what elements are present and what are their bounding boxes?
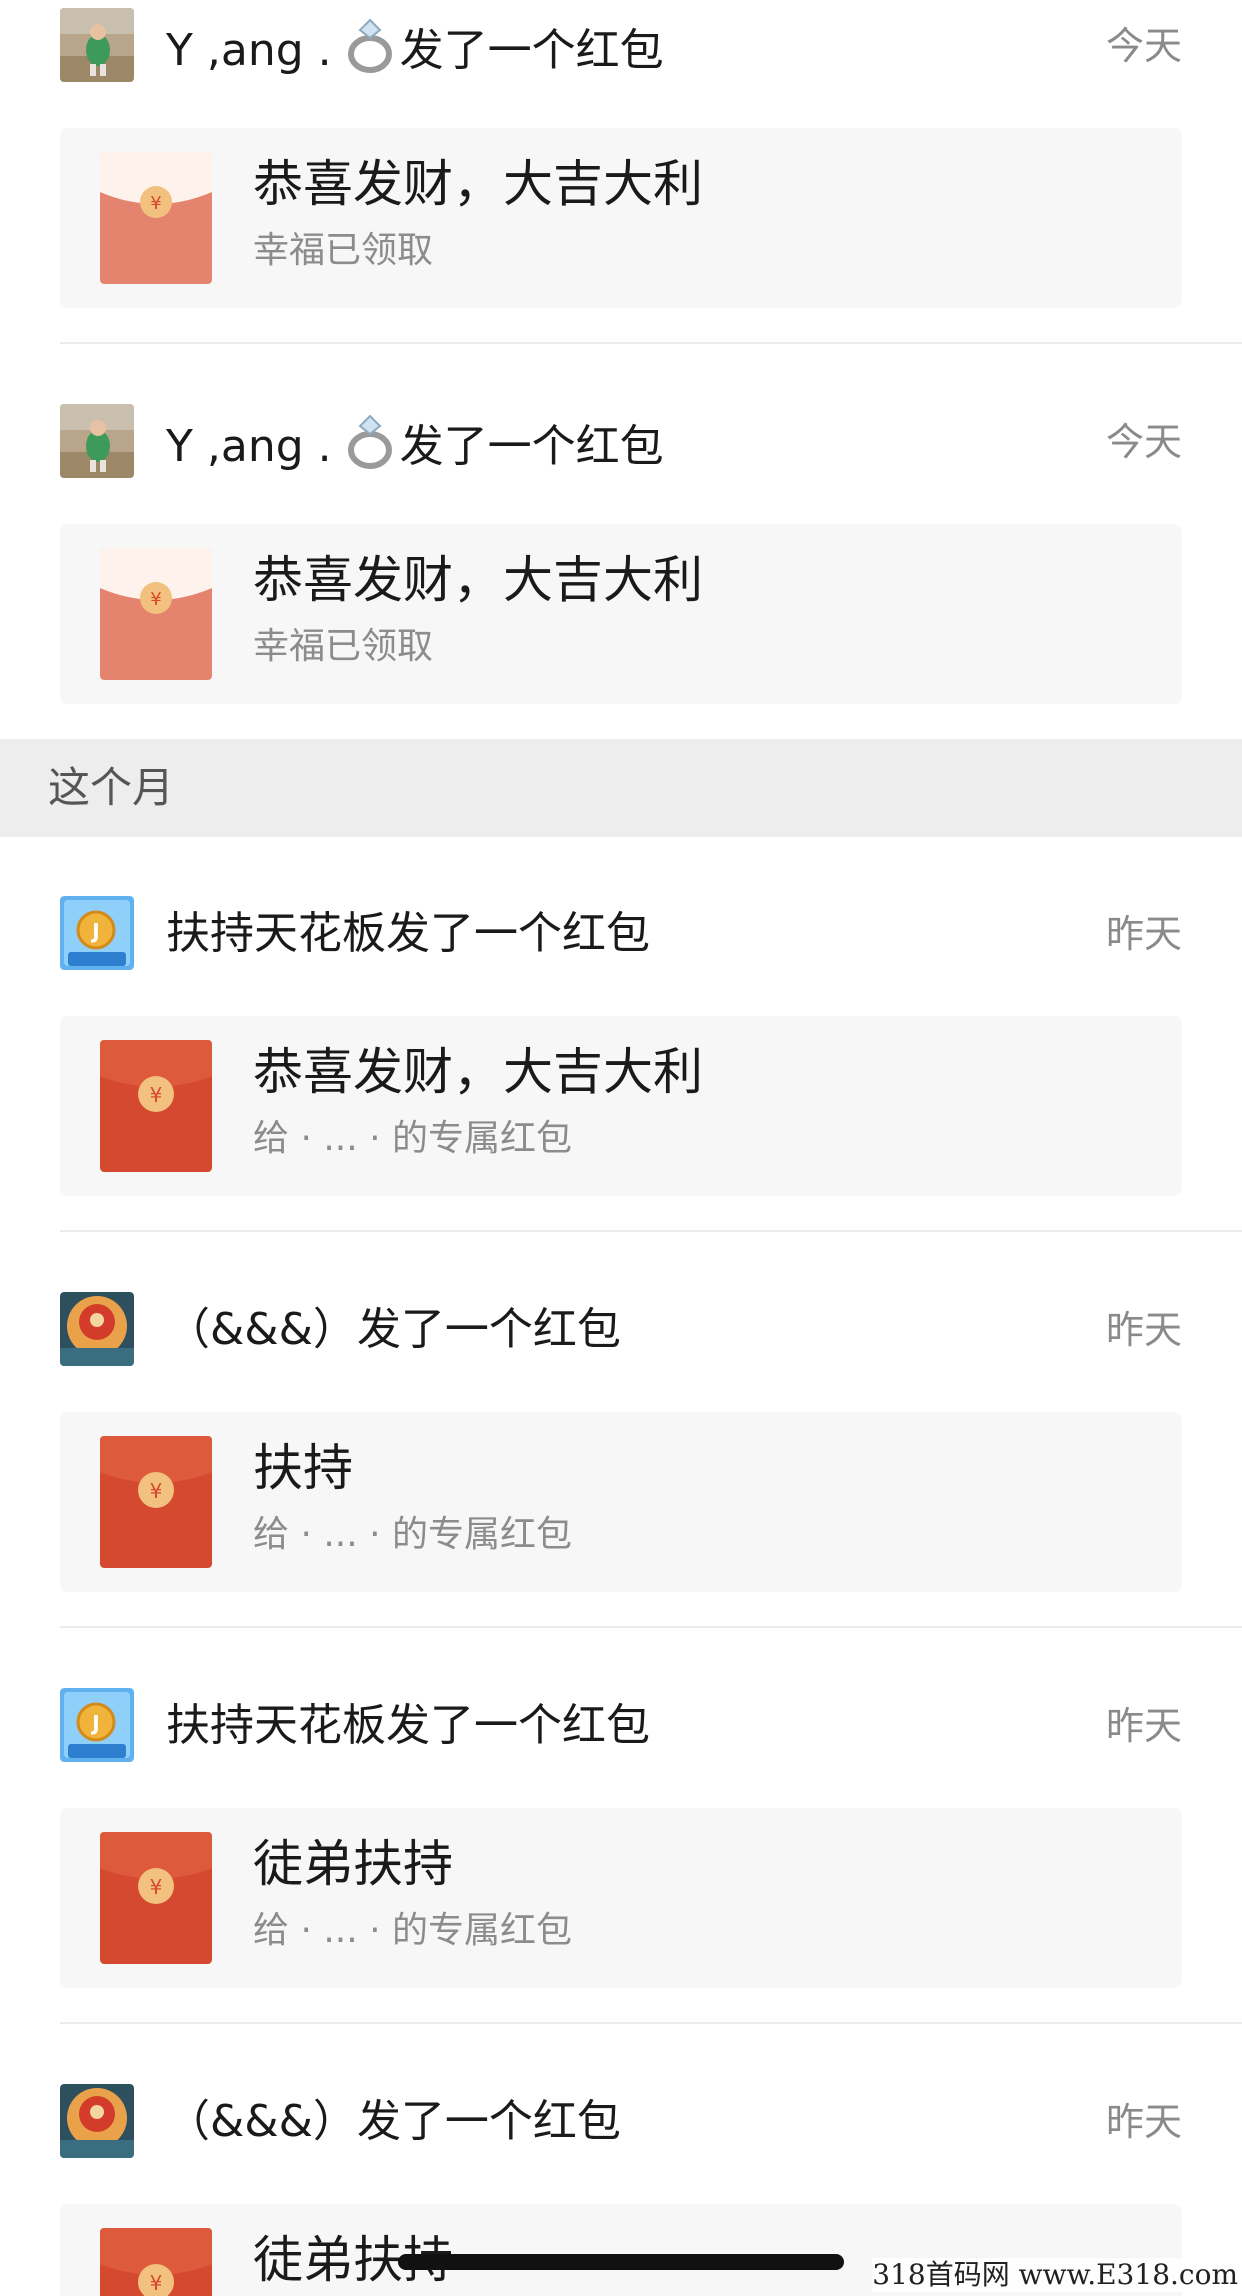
action-text: 发了一个红包 (356, 2096, 621, 2147)
red-packet-title: 恭喜发财，大吉大利 (253, 551, 703, 609)
action-text: 发了一个红包 (399, 421, 664, 472)
sender-line: （&&&）发了一个红包 (166, 2092, 621, 2152)
sender-line: （&&&）发了一个红包 (166, 1300, 621, 1360)
svg-text:J: J (90, 919, 99, 943)
red-packet-status: 幸福已领取 (253, 230, 434, 271)
red-packet-title: 扶持 (253, 1439, 353, 1497)
svg-text:¥: ¥ (150, 193, 161, 214)
timestamp: 今天 (1105, 420, 1182, 464)
red-packet-recipient: 给 · ... · 的专属红包 (253, 1910, 572, 1951)
red-packet-title: 恭喜发财，大吉大利 (253, 1043, 703, 1101)
avatar[interactable]: J (60, 1688, 134, 1762)
svg-text:¥: ¥ (150, 589, 161, 610)
home-indicator[interactable] (398, 2254, 844, 2270)
action-text: 发了一个红包 (386, 908, 650, 959)
sender-name: 扶持天花板 (166, 1700, 386, 1751)
red-packet-icon: ¥ (100, 1832, 212, 1964)
avatar[interactable] (60, 404, 134, 478)
sender-name: （&&&） (166, 1304, 357, 1355)
avatar[interactable] (60, 1292, 134, 1366)
action-text: 发了一个红包 (399, 25, 664, 76)
divider (60, 1230, 1242, 1232)
item-header: Y ,ang . 发了一个红包 今天 (60, 404, 1182, 480)
item-header: （&&&）发了一个红包 昨天 (60, 2084, 1182, 2160)
svg-text:J: J (90, 1711, 99, 1735)
avatar[interactable]: J (60, 896, 134, 970)
sender-name: （&&&） (166, 2096, 357, 2147)
sender-line: Y ,ang . 发了一个红包 (166, 412, 664, 486)
red-packet-card[interactable]: ¥ 恭喜发财，大吉大利 幸福已领取 (60, 524, 1182, 704)
red-packet-card[interactable]: ¥ 恭喜发财，大吉大利 给 · ... · 的专属红包 (60, 1016, 1182, 1196)
svg-text:¥: ¥ (150, 1083, 163, 1107)
action-text: 发了一个红包 (386, 1700, 650, 1751)
red-packet-claimed-icon: ¥ (100, 152, 212, 284)
red-packet-history-page: Y ,ang . 发了一个红包 今天 ¥ 恭喜发财，大吉大利 幸福已领取 Y ,… (0, 0, 1242, 2296)
red-packet-claimed-icon: ¥ (100, 548, 212, 680)
red-packet-status: 幸福已领取 (253, 626, 434, 667)
item-header: Y ,ang . 发了一个红包 今天 (60, 8, 1182, 84)
red-packet-card[interactable]: ¥ 恭喜发财，大吉大利 幸福已领取 (60, 128, 1182, 308)
action-text: 发了一个红包 (356, 1304, 621, 1355)
timestamp: 昨天 (1105, 1308, 1182, 1352)
sender-name: Y ,ang . (166, 25, 332, 76)
item-header: （&&&）发了一个红包 昨天 (60, 1292, 1182, 1368)
svg-text:¥: ¥ (150, 2271, 163, 2295)
red-packet-title: 恭喜发财，大吉大利 (253, 155, 703, 213)
svg-text:¥: ¥ (150, 1479, 163, 1503)
red-packet-icon: ¥ (100, 2228, 212, 2296)
divider (60, 2022, 1242, 2024)
red-packet-icon: ¥ (100, 1040, 212, 1172)
svg-text:¥: ¥ (150, 1875, 163, 1899)
ring-icon (346, 16, 398, 90)
avatar[interactable] (60, 2084, 134, 2158)
divider (60, 1626, 1242, 1628)
sender-name: Y ,ang . (166, 421, 332, 472)
red-packet-card[interactable]: ¥ 徒弟扶持 给 · ... · 的专属红包 (60, 1808, 1182, 1988)
section-header-this-month: 这个月 (0, 739, 1242, 837)
item-header: J 扶持天花板发了一个红包 昨天 (60, 1688, 1182, 1764)
red-packet-recipient: 给 · ... · 的专属红包 (253, 1118, 572, 1159)
timestamp: 昨天 (1105, 1704, 1182, 1748)
section-title: 这个月 (48, 763, 175, 812)
avatar[interactable] (60, 8, 134, 82)
ring-icon (346, 412, 398, 486)
sender-line: 扶持天花板发了一个红包 (166, 904, 650, 964)
sender-name: 扶持天花板 (166, 908, 386, 959)
sender-line: Y ,ang . 发了一个红包 (166, 16, 664, 90)
timestamp: 昨天 (1105, 912, 1182, 956)
red-packet-card[interactable]: ¥ 扶持 给 · ... · 的专属红包 (60, 1412, 1182, 1592)
red-packet-recipient: 给 · ... · 的专属红包 (253, 1514, 572, 1555)
divider (60, 342, 1242, 344)
timestamp: 昨天 (1105, 2100, 1182, 2144)
red-packet-title: 徒弟扶持 (253, 1835, 453, 1893)
watermark: 318首码网 www.E318.com (872, 2258, 1238, 2292)
red-packet-icon: ¥ (100, 1436, 212, 1568)
sender-line: 扶持天花板发了一个红包 (166, 1696, 650, 1756)
timestamp: 今天 (1105, 24, 1182, 68)
item-header: J 扶持天花板发了一个红包 昨天 (60, 896, 1182, 972)
